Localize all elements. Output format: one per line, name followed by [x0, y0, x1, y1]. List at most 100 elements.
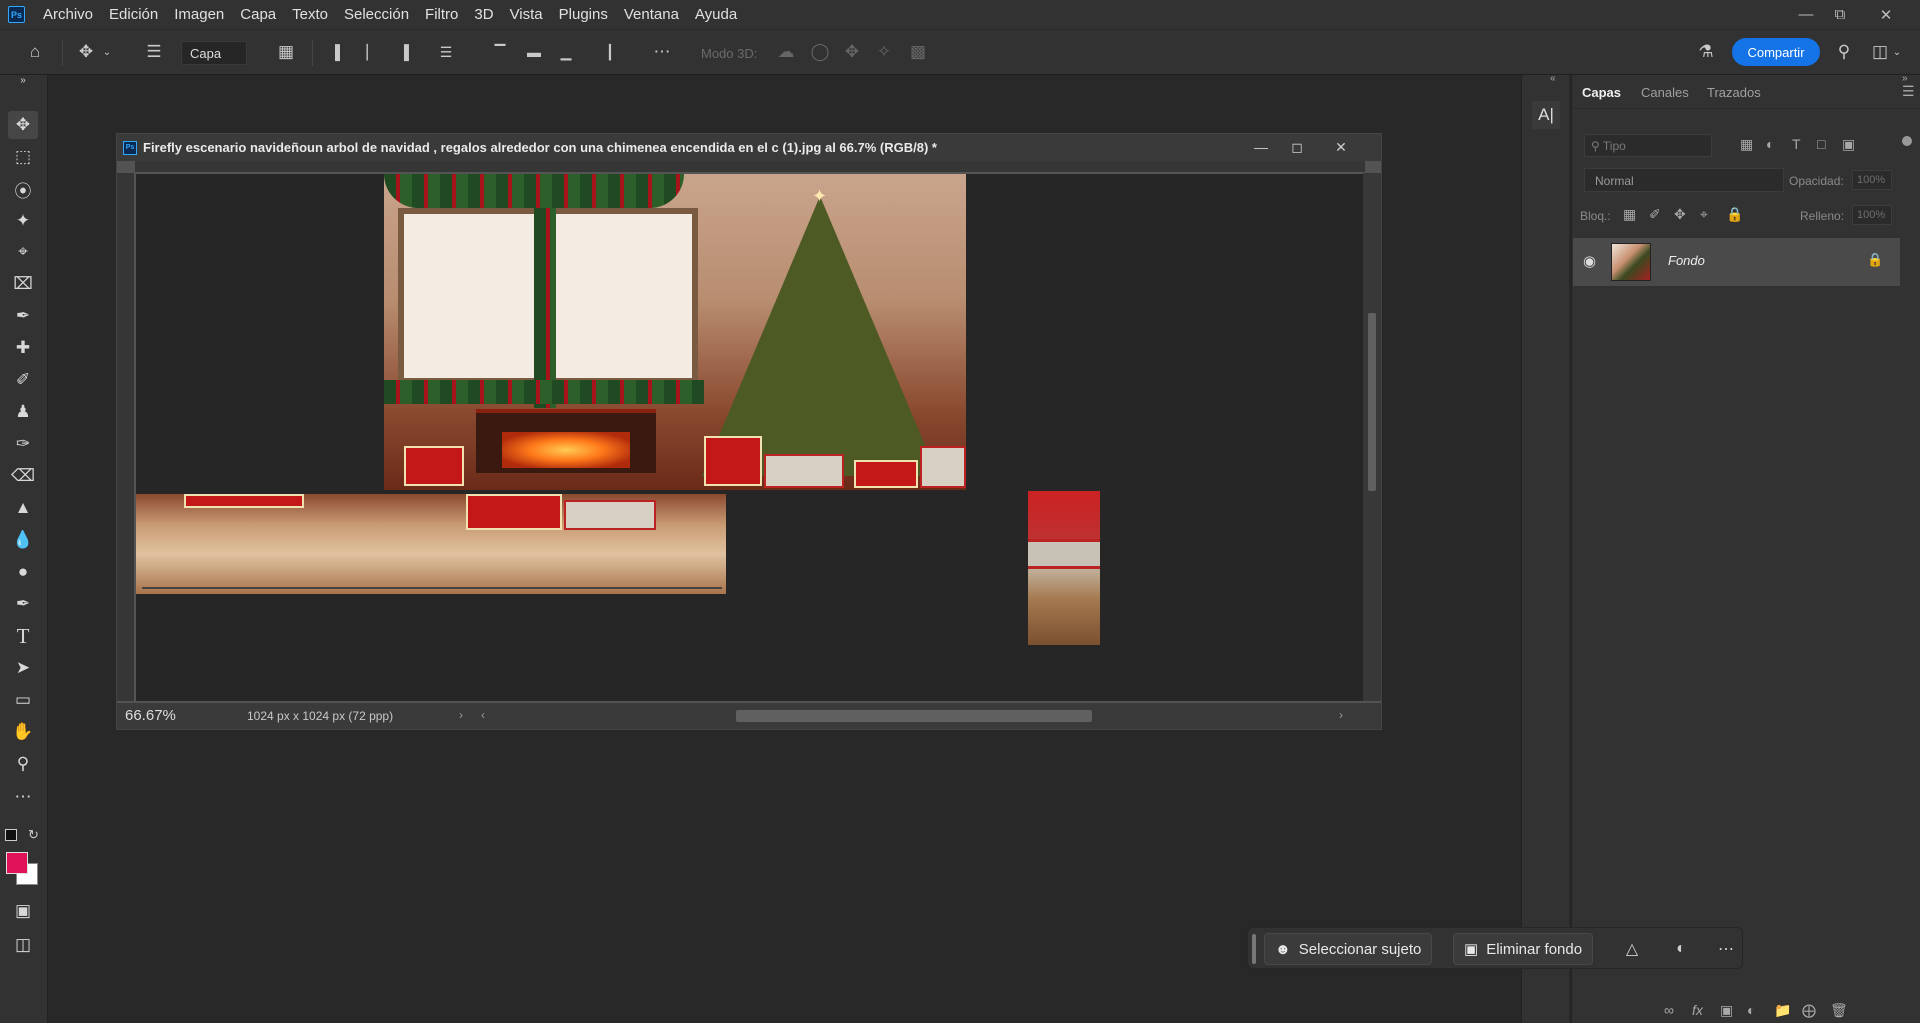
align-left-icon[interactable]: ▌: [326, 38, 354, 66]
distribute-vertical-icon[interactable]: ┃: [596, 38, 624, 66]
filter-pixel-icon[interactable]: ▦: [1740, 136, 1753, 153]
chevron-right-icon[interactable]: ›: [459, 708, 463, 722]
lock-position-icon[interactable]: ✥: [1674, 206, 1686, 223]
zoom-tool-icon[interactable]: ⚲: [8, 750, 38, 778]
brush-tool-icon[interactable]: ✐: [8, 366, 38, 394]
vertical-scroll-thumb[interactable]: [1368, 313, 1376, 491]
layer-name[interactable]: Fondo: [1668, 253, 1705, 268]
quick-mask-icon[interactable]: ▣: [8, 897, 38, 925]
eraser-tool-icon[interactable]: ⌫: [8, 462, 38, 490]
panel-menu-icon[interactable]: ☰: [1902, 83, 1915, 100]
transform-icon[interactable]: △: [1620, 938, 1644, 960]
adjustment-icon[interactable]: ◐: [1669, 938, 1693, 960]
filter-type-icon[interactable]: T: [1792, 136, 1801, 152]
foreground-color-swatch[interactable]: [6, 852, 28, 874]
share-button[interactable]: Compartir: [1732, 38, 1820, 66]
clone-stamp-icon[interactable]: ♟: [8, 398, 38, 426]
move-tool-icon[interactable]: ✥: [8, 111, 38, 139]
chevron-down-icon[interactable]: ⌄: [100, 38, 114, 66]
filter-toggle-icon[interactable]: [1902, 136, 1912, 146]
filter-shape-icon[interactable]: □: [1817, 136, 1825, 152]
layer-filter-dropdown[interactable]: ⚲ Tipo: [1584, 134, 1712, 157]
remove-background-button[interactable]: ▣ Eliminar fondo: [1453, 933, 1594, 965]
tab-canales[interactable]: Canales: [1641, 85, 1689, 100]
document-title-bar[interactable]: Ps Firefly escenario navideñoun arbol de…: [117, 134, 1381, 161]
restore-window-button[interactable]: ⧉: [1820, 0, 1860, 29]
add-mask-icon[interactable]: ▣: [1720, 1002, 1733, 1019]
maximize-document-button[interactable]: ◻: [1283, 137, 1311, 157]
magic-wand-icon[interactable]: ✦: [8, 207, 38, 235]
menu-vista[interactable]: Vista: [502, 6, 551, 23]
canvas[interactable]: ✦: [136, 174, 1364, 701]
lock-transparency-icon[interactable]: ▦: [1623, 206, 1636, 223]
menu-ayuda[interactable]: Ayuda: [687, 6, 745, 23]
close-document-button[interactable]: ✕: [1327, 137, 1355, 157]
swap-colors-icon[interactable]: ↻: [28, 827, 39, 843]
type-tool-icon[interactable]: T: [8, 622, 38, 650]
menu-imagen[interactable]: Imagen: [166, 6, 232, 23]
marquee-tool-icon[interactable]: ⬚: [8, 143, 38, 171]
collapse-toolbar-icon[interactable]: »: [8, 73, 38, 87]
align-top-icon[interactable]: ▔: [486, 38, 514, 66]
paint-bucket-icon[interactable]: ▲: [8, 494, 38, 522]
lock-pixels-icon[interactable]: ✐: [1649, 206, 1661, 223]
frame-tool-icon[interactable]: ⌧: [8, 270, 38, 298]
dodge-tool-icon[interactable]: ●: [8, 558, 38, 586]
home-icon[interactable]: ⌂: [21, 38, 49, 66]
chevron-down-icon[interactable]: ⌄: [1890, 38, 1904, 66]
auto-select-icon[interactable]: ☰: [140, 38, 168, 66]
menu-edicion[interactable]: Edición: [101, 6, 166, 23]
delete-layer-icon[interactable]: 🗑: [1830, 1002, 1848, 1019]
menu-seleccion[interactable]: Selección: [336, 6, 417, 23]
horizontal-scroll-thumb[interactable]: [736, 710, 1092, 722]
adjustment-layer-icon[interactable]: ◐: [1747, 1002, 1755, 1018]
menu-3d[interactable]: 3D: [466, 6, 501, 23]
menu-filtro[interactable]: Filtro: [417, 6, 466, 23]
distribute-icon[interactable]: ☰: [432, 38, 460, 66]
more-options-icon[interactable]: ⋯: [648, 38, 676, 66]
menu-ventana[interactable]: Ventana: [616, 6, 687, 23]
eyedropper-icon[interactable]: ✒: [8, 302, 38, 330]
align-center-icon[interactable]: ▏: [358, 38, 386, 66]
menu-texto[interactable]: Texto: [284, 6, 336, 23]
layer-row[interactable]: ◉ Fondo 🔒: [1573, 238, 1900, 286]
move-tool-icon[interactable]: ✥: [72, 38, 100, 66]
link-layers-icon[interactable]: ∞: [1664, 1002, 1674, 1018]
tab-capas[interactable]: Capas: [1582, 85, 1621, 100]
default-colors-icon[interactable]: [5, 829, 17, 841]
new-layer-icon[interactable]: ⨁: [1802, 1002, 1816, 1019]
filter-adjustment-icon[interactable]: ◐: [1766, 136, 1774, 152]
blend-mode-dropdown[interactable]: Normal: [1584, 168, 1784, 192]
zoom-level[interactable]: 66.67%: [125, 707, 176, 724]
pen-tool-icon[interactable]: ✒: [8, 590, 38, 618]
fx-icon[interactable]: fx: [1692, 1002, 1703, 1018]
crop-tool-icon[interactable]: ⌖: [8, 238, 38, 266]
screen-mode-icon[interactable]: ◫: [8, 931, 38, 959]
blur-tool-icon[interactable]: 💧: [8, 526, 38, 554]
character-panel-icon[interactable]: A|: [1532, 101, 1560, 129]
minimize-document-button[interactable]: —: [1247, 137, 1275, 157]
transform-controls-icon[interactable]: ▦: [272, 38, 300, 66]
auto-select-dropdown[interactable]: Capa: [181, 41, 247, 65]
lock-all-icon[interactable]: 🔒: [1726, 206, 1743, 223]
fill-input[interactable]: 100%: [1852, 205, 1892, 225]
new-group-icon[interactable]: 📁: [1774, 1002, 1791, 1019]
menu-plugins[interactable]: Plugins: [551, 6, 616, 23]
scroll-left-icon[interactable]: ‹: [481, 708, 485, 722]
tab-trazados[interactable]: Trazados: [1707, 85, 1761, 100]
search-icon[interactable]: ⚲: [1830, 38, 1858, 66]
healing-brush-icon[interactable]: ✚: [8, 334, 38, 362]
hand-tool-icon[interactable]: ✋: [8, 718, 38, 746]
align-right-icon[interactable]: ▐: [390, 38, 418, 66]
vertical-scrollbar[interactable]: [1363, 173, 1381, 701]
menu-archivo[interactable]: Archivo: [35, 6, 101, 23]
history-brush-icon[interactable]: ✑: [8, 430, 38, 458]
select-subject-button[interactable]: ☻ Seleccionar sujeto: [1264, 933, 1433, 965]
opacity-input[interactable]: 100%: [1852, 170, 1892, 190]
more-tools-icon[interactable]: ⋯: [8, 783, 38, 811]
expand-panels-icon[interactable]: «: [1550, 73, 1556, 84]
menu-capa[interactable]: Capa: [232, 6, 284, 23]
more-options-icon[interactable]: ⋯: [1714, 938, 1738, 960]
filter-smart-object-icon[interactable]: ▣: [1842, 136, 1855, 153]
rectangle-tool-icon[interactable]: ▭: [8, 686, 38, 714]
